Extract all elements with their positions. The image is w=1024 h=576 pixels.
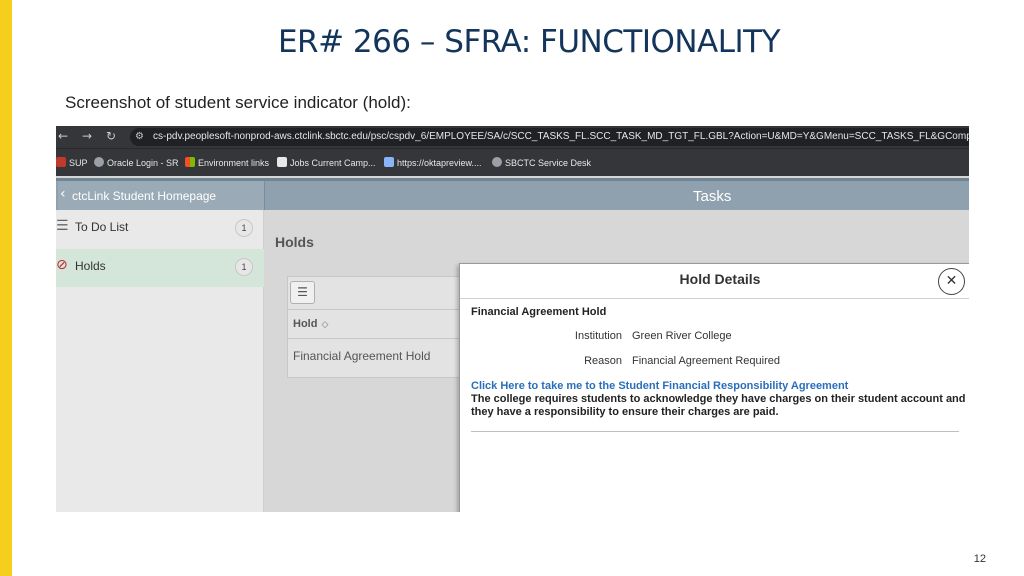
column-header[interactable]: Hold ◇ <box>288 309 486 339</box>
sfra-link[interactable]: Click Here to take me to the Student Fin… <box>471 380 848 392</box>
chevron-left-icon: ‹ <box>60 186 66 202</box>
column-label: Hold <box>293 318 318 330</box>
back-arrow-icon[interactable]: ← <box>58 129 68 143</box>
page-number: 12 <box>973 553 986 565</box>
back-to-homepage-button[interactable]: ‹ ctcLink Student Homepage <box>58 181 265 210</box>
app-header: ‹ ctcLink Student Homepage Tasks <box>56 178 969 210</box>
count-badge: 1 <box>235 258 253 276</box>
divider <box>471 431 959 432</box>
bookmark-oracle-login[interactable]: Oracle Login - SR <box>94 157 179 168</box>
hold-description: The college requires students to acknowl… <box>471 393 966 418</box>
page-icon <box>277 157 287 167</box>
reason-value: Financial Agreement Required <box>632 355 780 367</box>
dialog-title: Hold Details <box>679 271 761 287</box>
url-field[interactable]: ⚙ cs-pdv.peoplesoft-nonprod-aws.ctclink.… <box>130 128 969 146</box>
bookmark-icon <box>56 157 66 167</box>
link-icon <box>384 157 394 167</box>
count-badge: 1 <box>235 219 253 237</box>
bookmark-oktapreview[interactable]: https://oktapreview.... <box>384 157 482 168</box>
back-label: ctcLink Student Homepage <box>72 189 217 203</box>
reload-icon[interactable]: ↻ <box>106 129 116 143</box>
sidebar-item-to-do-list[interactable]: ☰ To Do List 1 <box>56 210 264 248</box>
globe-icon <box>94 157 104 167</box>
hold-details-dialog: Hold Details ✕ Financial Agreement Hold … <box>459 263 969 512</box>
sidebar-item-label: To Do List <box>75 220 129 234</box>
dialog-header: Hold Details ✕ <box>460 264 969 299</box>
holds-grid: ☰ Hold ◇ Financial Agreement Hold <box>287 276 487 378</box>
filter-icon[interactable]: ☰ <box>290 281 315 304</box>
forward-arrow-icon[interactable]: → <box>82 129 92 143</box>
bookmark-jobs-current[interactable]: Jobs Current Camp... <box>277 157 376 168</box>
institution-value: Green River College <box>632 330 732 342</box>
close-icon[interactable]: ✕ <box>938 268 965 295</box>
slide-title: ER# 266 – SFRA: FUNCTIONALITY <box>277 24 781 60</box>
hold-name: Financial Agreement Hold <box>471 306 607 318</box>
no-entry-icon: ⊘ <box>56 257 68 273</box>
sort-icon[interactable]: ◇ <box>321 320 328 330</box>
accent-bar <box>0 0 12 576</box>
reason-label: Reason <box>584 355 622 367</box>
sidebar: ☰ To Do List 1 ⊘ Holds 1 <box>56 210 264 512</box>
bookmark-environment-links[interactable]: Environment links <box>185 157 269 168</box>
list-icon: ☰ <box>56 218 69 234</box>
globe-icon <box>492 157 502 167</box>
bookmarks-bar: SUP Oracle Login - SR Environment links … <box>56 148 969 176</box>
institution-label: Institution <box>574 330 622 342</box>
bookmark-sbctc-service-desk[interactable]: SBCTC Service Desk <box>492 157 591 168</box>
page-title: Tasks <box>693 188 732 205</box>
address-bar: ← → ↻ ⚙ cs-pdv.peoplesoft-nonprod-aws.ct… <box>56 126 969 148</box>
slide-subtitle: Screenshot of student service indicator … <box>65 93 411 112</box>
embedded-screenshot: ← → ↻ ⚙ cs-pdv.peoplesoft-nonprod-aws.ct… <box>56 126 969 512</box>
windows-icon <box>185 157 195 167</box>
section-title: Holds <box>275 234 314 250</box>
bookmark-sup[interactable]: SUP <box>56 157 88 168</box>
table-row[interactable]: Financial Agreement Hold <box>293 349 430 363</box>
site-info-icon[interactable]: ⚙ <box>135 131 144 142</box>
sidebar-item-label: Holds <box>75 259 106 273</box>
sidebar-item-holds[interactable]: ⊘ Holds 1 <box>56 249 264 287</box>
url-text: cs-pdv.peoplesoft-nonprod-aws.ctclink.sb… <box>153 131 969 142</box>
